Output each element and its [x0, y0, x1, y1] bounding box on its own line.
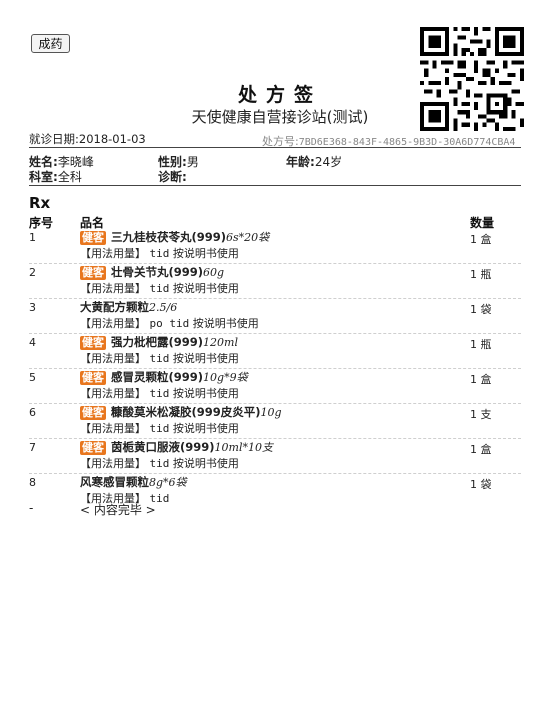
medicine-title: 健客 壮骨关节丸(999)60g: [80, 264, 224, 280]
medicine-spec: 8g*6袋: [149, 476, 187, 489]
usage-label: 【用法用量】: [80, 457, 146, 470]
end-of-content: < 内容完毕 >: [80, 503, 156, 517]
usage-text: 按说明书使用: [172, 387, 239, 400]
medicine-name: 茵栀黄口服液(999): [111, 440, 215, 454]
patient-diagnosis: 诊断:: [158, 170, 187, 184]
medicine-title: 健客 糠酸莫米松凝胶(999皮炎平)10g: [80, 404, 282, 420]
patient-age: 年龄:24岁: [286, 155, 343, 169]
medicine-qty: 1 袋: [470, 303, 492, 316]
medicine-row: 6 健客 糠酸莫米松凝胶(999皮炎平)10g 【用法用量】 tid 按说明书使用 1 …: [29, 404, 521, 439]
medicine-qty: 1 盒: [470, 233, 492, 246]
usage-text: 按说明书使用: [172, 352, 239, 365]
rx-symbol: Rx: [29, 194, 51, 212]
qr-code: [420, 27, 524, 131]
usage-code: tid: [149, 457, 170, 470]
patient-department: 科室:全科: [29, 170, 82, 184]
medicine-usage: 【用法用量】 tid 按说明书使用: [80, 245, 239, 261]
medicine-usage: 【用法用量】 tid 按说明书使用: [80, 420, 239, 436]
medicine-name: 糠酸莫米松凝胶(999皮炎平): [111, 405, 261, 419]
usage-code: po tid: [149, 317, 190, 330]
usage-label: 【用法用量】: [80, 282, 146, 295]
visit-date-value: 2018-01-03: [78, 132, 146, 146]
usage-text: 按说明书使用: [192, 317, 259, 330]
row-seq: 3: [29, 301, 36, 314]
row-seq: 8: [29, 476, 36, 489]
medicine-qty: 1 瓶: [470, 268, 492, 281]
usage-text: 按说明书使用: [172, 457, 239, 470]
medicine-title: 健客 强力枇杷露(999)120ml: [80, 334, 238, 350]
medicine-qty: 1 盒: [470, 443, 492, 456]
source-tag: 健客: [80, 441, 106, 455]
medicine-title: 健客 茵栀黄口服液(999)10ml*10支: [80, 439, 273, 455]
usage-label: 【用法用量】: [80, 422, 146, 435]
medicine-name: 大黄配方颗粒: [80, 300, 149, 314]
medicine-row: 1 健客 三九桂枝茯苓丸(999)6s*20袋 【用法用量】 tid 按说明书使用 1 …: [29, 229, 521, 264]
usage-text: 按说明书使用: [172, 422, 239, 435]
usage-label: 【用法用量】: [80, 352, 146, 365]
usage-code: tid: [149, 387, 170, 400]
medicine-usage: 【用法用量】 po tid 按说明书使用: [80, 315, 259, 331]
row-seq: 4: [29, 336, 36, 349]
row-seq: 5: [29, 371, 36, 384]
medicine-title: 大黄配方颗粒2.5/6: [80, 299, 177, 315]
medicine-name: 壮骨关节丸(999): [111, 265, 204, 279]
medicine-usage: 【用法用量】 tid 按说明书使用: [80, 350, 239, 366]
medicine-spec: 10g*9袋: [203, 371, 248, 384]
medicine-qty: 1 瓶: [470, 338, 492, 351]
clinic-name: 天使健康自营接诊站(测试): [191, 108, 369, 126]
row-seq: 7: [29, 441, 36, 454]
source-tag: 健客: [80, 371, 106, 385]
source-tag: 健客: [80, 231, 106, 245]
usage-text: 按说明书使用: [172, 282, 239, 295]
medicine-qty: 1 支: [470, 408, 492, 421]
medicine-spec: 2.5/6: [149, 301, 178, 314]
usage-text: 按说明书使用: [172, 247, 239, 260]
usage-label: 【用法用量】: [80, 317, 146, 330]
medicine-spec: 6s*20袋: [226, 231, 270, 244]
row-seq: 2: [29, 266, 36, 279]
source-tag: 健客: [80, 336, 106, 350]
medicine-row: 4 健客 强力枇杷露(999)120ml 【用法用量】 tid 按说明书使用 1 瓶: [29, 334, 521, 369]
source-tag: 健客: [80, 406, 106, 420]
source-tag: 健客: [80, 266, 106, 280]
medicine-row: 2 健客 壮骨关节丸(999)60g 【用法用量】 tid 按说明书使用 1 瓶: [29, 264, 521, 299]
medicine-name: 三九桂枝茯苓丸(999): [111, 230, 227, 244]
medicine-name: 感冒灵颗粒(999): [111, 370, 204, 384]
medicine-spec: 60g: [203, 266, 225, 279]
prescription-type-button[interactable]: 成药: [31, 34, 70, 53]
row-seq: 1: [29, 231, 36, 244]
medicine-row: 5 健客 感冒灵颗粒(999)10g*9袋 【用法用量】 tid 按说明书使用 1 盒: [29, 369, 521, 404]
medicine-usage: 【用法用量】 tid 按说明书使用: [80, 280, 239, 296]
end-dash: -: [29, 501, 34, 515]
medicine-usage: 【用法用量】 tid 按说明书使用: [80, 455, 239, 471]
medicine-usage: 【用法用量】 tid 按说明书使用: [80, 385, 239, 401]
medicine-title: 健客 感冒灵颗粒(999)10g*9袋: [80, 369, 248, 385]
visit-date: 就诊日期:2018-01-03: [29, 131, 146, 147]
medicine-row: 3 大黄配方颗粒2.5/6 【用法用量】 po tid 按说明书使用 1 袋: [29, 299, 521, 334]
medicine-spec: 10g: [260, 406, 282, 419]
medicine-title: 风寒感冒颗粒8g*6袋: [80, 474, 187, 490]
usage-label: 【用法用量】: [80, 247, 146, 260]
usage-label: 【用法用量】: [80, 387, 146, 400]
usage-code: tid: [149, 282, 170, 295]
patient-divider: [29, 185, 521, 186]
medicine-spec: 120ml: [203, 336, 238, 349]
row-seq: 6: [29, 406, 36, 419]
medicine-qty: 1 盒: [470, 373, 492, 386]
medicine-row: 7 健客 茵栀黄口服液(999)10ml*10支 【用法用量】 tid 按说明书使用 1…: [29, 439, 521, 474]
medicine-qty: 1 袋: [470, 478, 492, 491]
usage-code: tid: [149, 422, 170, 435]
usage-code: tid: [149, 352, 170, 365]
medicine-spec: 10ml*10支: [214, 441, 273, 454]
medicine-name: 风寒感冒颗粒: [80, 475, 149, 489]
usage-code: tid: [149, 247, 170, 260]
visit-date-label: 就诊日期:: [29, 132, 79, 146]
prescription-title: 处方签: [237, 84, 322, 106]
medicine-title: 健客 三九桂枝茯苓丸(999)6s*20袋: [80, 229, 269, 245]
medicine-name: 强力枇杷露(999): [111, 335, 204, 349]
header-divider: [29, 147, 521, 148]
